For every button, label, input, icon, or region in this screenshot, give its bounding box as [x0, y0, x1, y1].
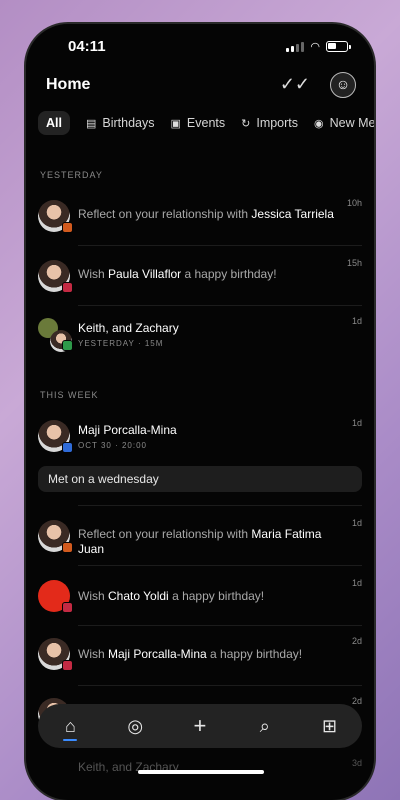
status-icons: ◠	[286, 40, 351, 53]
list-item[interactable]: Wish Maji Porcalla-Mina a happy birthday…	[26, 636, 374, 692]
calendar-icon: ▣	[170, 117, 181, 130]
filter-label: New Mem	[329, 116, 376, 130]
divider	[78, 305, 362, 306]
item-name: Keith, and Zachary	[78, 321, 179, 335]
status-time: 04:11	[68, 38, 106, 55]
bottom-tab-bar: ⌂ ◎ + ⌕ ⊞	[38, 704, 362, 748]
divider	[78, 565, 362, 566]
section-this-week: THIS WEEK	[40, 390, 99, 400]
item-subtitle: YESTERDAY · 15M	[78, 339, 164, 348]
filter-label: Imports	[256, 116, 299, 130]
contacts-tab-icon[interactable]: ◎	[120, 711, 150, 741]
item-text: Wish Chato Yoldi a happy birthday!	[78, 589, 265, 603]
reflect-badge-icon	[62, 542, 73, 553]
time-ago: 1d	[351, 578, 362, 588]
filter-events[interactable]: ▣ Events	[171, 116, 226, 130]
grid-tab-icon[interactable]: ⊞	[315, 711, 345, 741]
time-ago: 10h	[346, 198, 362, 208]
event-badge-icon	[62, 442, 73, 453]
signal-icon	[286, 41, 305, 52]
list-item[interactable]: Keith, and Zachary YESTERDAY · 15M 1d	[26, 316, 374, 372]
home-tab-icon[interactable]: ⌂	[55, 711, 85, 741]
event-note[interactable]: Met on a wednesday	[38, 466, 362, 492]
dot-icon: ◉	[314, 117, 324, 130]
status-bar: 04:11 ◠	[26, 38, 374, 58]
gift-icon: ▤	[85, 117, 97, 130]
birthday-badge-icon	[62, 282, 73, 293]
item-text: Reflect on your relationship with Jessic…	[78, 207, 334, 221]
time-ago: 15h	[346, 258, 362, 268]
time-ago: 1d	[351, 518, 362, 528]
reflect-badge-icon	[62, 222, 73, 233]
birthday-badge-icon	[62, 602, 73, 613]
filter-tabs: All ▤ Birthdays ▣ Events ↻ Imports ◉ New Mem	[38, 110, 376, 136]
phone-frame: 04:11 ◠ Home ✓✓ ☺ All ▤ Birthdays ▣ Events…	[24, 22, 376, 800]
profile-avatar-icon[interactable]: ☺	[330, 72, 356, 98]
item-text: Reflect on your relationship with Maria …	[78, 527, 322, 556]
divider	[78, 625, 362, 626]
mark-all-done-icon[interactable]: ✓✓	[280, 74, 310, 95]
time-ago: 1d	[351, 418, 362, 428]
item-subtitle: OCT 30 · 20:00	[78, 441, 147, 450]
page-title: Home	[46, 76, 91, 93]
add-tab-icon[interactable]: +	[185, 711, 215, 741]
item-name: Maji Porcalla-Mina	[78, 423, 177, 437]
divider	[78, 505, 362, 506]
filter-birthdays[interactable]: ▤ Birthdays	[86, 116, 155, 130]
time-ago-faded: 3d	[351, 758, 362, 768]
time-ago: 2d	[351, 696, 362, 706]
divider	[78, 685, 362, 686]
home-indicator	[138, 770, 264, 774]
battery-icon	[326, 41, 351, 52]
filter-new-members[interactable]: ◉ New Mem	[314, 116, 376, 130]
refresh-icon: ↻	[241, 117, 251, 130]
wifi-icon: ◠	[310, 41, 320, 53]
filter-label: Events	[186, 116, 226, 130]
time-ago: 2d	[351, 636, 362, 646]
item-text: Wish Maji Porcalla-Mina a happy birthday…	[78, 647, 303, 661]
filter-label: Birthdays	[102, 116, 155, 130]
section-yesterday: YESTERDAY	[40, 170, 103, 180]
filter-all[interactable]: All	[38, 111, 70, 135]
divider	[78, 245, 362, 246]
birthday-badge-icon	[62, 660, 73, 671]
item-text: Wish Paula Villaflor a happy birthday!	[78, 267, 277, 281]
filter-imports[interactable]: ↻ Imports	[241, 116, 298, 130]
filter-label: All	[46, 116, 62, 130]
header: Home ✓✓ ☺	[26, 72, 374, 100]
search-tab-icon[interactable]: ⌕	[250, 711, 280, 741]
time-ago: 1d	[351, 316, 362, 326]
event-badge-icon	[62, 340, 73, 351]
